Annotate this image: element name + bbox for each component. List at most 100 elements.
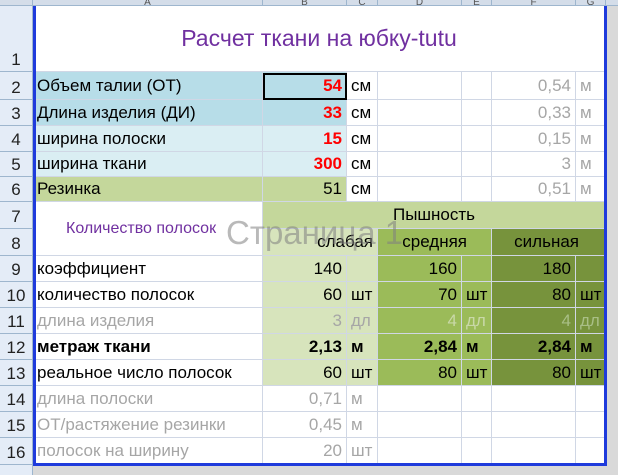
param-unit-waist[interactable]: см: [347, 72, 378, 100]
empty-cell[interactable]: [378, 412, 462, 438]
param-label-elastic[interactable]: Резинка: [33, 177, 263, 202]
param-meters-unit[interactable]: м: [576, 152, 606, 177]
row-header-1[interactable]: 1: [0, 6, 33, 72]
param-label-waist[interactable]: Объем талии (ОТ): [33, 72, 263, 100]
param-meters-unit[interactable]: м: [576, 72, 606, 100]
param-value-waist[interactable]: 54: [263, 72, 347, 100]
unit-cell[interactable]: м: [462, 334, 492, 360]
unit-cell[interactable]: шт: [347, 360, 378, 386]
real-strong[interactable]: 80: [492, 360, 576, 386]
row-header-5[interactable]: 5: [0, 152, 33, 177]
empty-cell[interactable]: [462, 177, 492, 202]
empty-cell[interactable]: [492, 386, 576, 412]
unit-cell[interactable]: м: [347, 386, 378, 412]
row-header-15[interactable]: 15: [0, 412, 33, 438]
unit-cell[interactable]: шт: [576, 282, 606, 308]
unit-cell[interactable]: м: [347, 334, 378, 360]
row-header-7[interactable]: 7: [0, 202, 33, 229]
empty-cell[interactable]: [462, 100, 492, 126]
count-medium[interactable]: 70: [378, 282, 462, 308]
unit-cell[interactable]: шт: [576, 360, 606, 386]
row-header-13[interactable]: 13: [0, 360, 33, 386]
unit-cell[interactable]: м: [576, 334, 606, 360]
empty-cell[interactable]: [576, 386, 606, 412]
param-unit-strip-width[interactable]: см: [347, 126, 378, 152]
unit-cell[interactable]: дл: [576, 308, 606, 334]
empty-cell[interactable]: [462, 72, 492, 100]
param-label-fabric-width[interactable]: ширина ткани: [33, 152, 263, 177]
empty-cell[interactable]: [378, 100, 462, 126]
unit-cell[interactable]: шт: [462, 282, 492, 308]
empty-cell[interactable]: [462, 152, 492, 177]
empty-cell[interactable]: [378, 177, 462, 202]
empty-cell[interactable]: [492, 412, 576, 438]
param-meters-unit[interactable]: м: [576, 100, 606, 126]
len-strong[interactable]: 4: [492, 308, 576, 334]
real-medium[interactable]: 80: [378, 360, 462, 386]
strips-per-width-value[interactable]: 20: [263, 438, 347, 465]
strip-count-header[interactable]: Количество полосок: [33, 202, 263, 256]
unit-cell[interactable]: дл: [462, 308, 492, 334]
param-unit-fabric-width[interactable]: см: [347, 152, 378, 177]
param-meters-fabric-width[interactable]: 3: [492, 152, 576, 177]
param-label-strip-width[interactable]: ширина полоски: [33, 126, 263, 152]
unit-cell[interactable]: м: [347, 412, 378, 438]
row-header-10[interactable]: 10: [0, 282, 33, 308]
param-value-length[interactable]: 33: [263, 100, 347, 126]
row-label-real-strips[interactable]: реальное число полосок: [33, 360, 263, 386]
param-value-strip-width[interactable]: 15: [263, 126, 347, 152]
row-label-strip-length[interactable]: длина полоски: [33, 386, 263, 412]
empty-cell[interactable]: [462, 256, 492, 282]
param-unit-length[interactable]: см: [347, 100, 378, 126]
unit-cell[interactable]: шт: [347, 282, 378, 308]
row-header-4[interactable]: 4: [0, 126, 33, 152]
row-header-17[interactable]: [0, 465, 33, 475]
empty-cell[interactable]: [462, 412, 492, 438]
param-meters-waist[interactable]: 0,54: [492, 72, 576, 100]
param-meters-unit[interactable]: м: [576, 126, 606, 152]
param-meters-length[interactable]: 0,33: [492, 100, 576, 126]
param-label-length[interactable]: Длина изделия (ДИ): [33, 100, 263, 126]
fullness-header[interactable]: Пышность: [263, 202, 606, 229]
empty-cell[interactable]: [378, 72, 462, 100]
unit-cell[interactable]: шт: [347, 438, 378, 465]
empty-cell[interactable]: [378, 386, 462, 412]
spreadsheet[interactable]: А B C D E F G 1 2 3 4 5 6 7 8 9 10 11 12…: [0, 0, 618, 475]
len-light[interactable]: 3: [263, 308, 347, 334]
row-header-3[interactable]: 3: [0, 100, 33, 126]
row-label-coefficient[interactable]: коэффициент: [33, 256, 263, 282]
waist-stretch-value[interactable]: 0,45: [263, 412, 347, 438]
row-label-product-length[interactable]: длина изделия: [33, 308, 263, 334]
coef-strong[interactable]: 180: [492, 256, 576, 282]
coef-medium[interactable]: 160: [378, 256, 462, 282]
meters-strong[interactable]: 2,84: [492, 334, 576, 360]
row-header-8[interactable]: 8: [0, 229, 33, 256]
level-header-medium[interactable]: средняя: [378, 229, 492, 256]
row-header-6[interactable]: 6: [0, 177, 33, 202]
row-header-11[interactable]: 11: [0, 308, 33, 334]
unit-cell[interactable]: дл: [347, 308, 378, 334]
outside-print-area[interactable]: [33, 465, 618, 475]
empty-cell[interactable]: [378, 126, 462, 152]
count-light[interactable]: 60: [263, 282, 347, 308]
param-meters-elastic[interactable]: 0,51: [492, 177, 576, 202]
empty-cell[interactable]: [378, 438, 462, 465]
param-meters-unit[interactable]: м: [576, 177, 606, 202]
empty-cell[interactable]: [462, 386, 492, 412]
empty-cell[interactable]: [576, 438, 606, 465]
row-label-waist-stretch[interactable]: ОТ/растяжение резинки: [33, 412, 263, 438]
empty-cell[interactable]: [492, 438, 576, 465]
real-light[interactable]: 60: [263, 360, 347, 386]
len-medium[interactable]: 4: [378, 308, 462, 334]
row-label-strip-count[interactable]: количество полосок: [33, 282, 263, 308]
empty-cell[interactable]: [576, 256, 606, 282]
param-value-elastic[interactable]: 51: [263, 177, 347, 202]
level-header-light[interactable]: слабая: [263, 229, 378, 256]
sheet-title[interactable]: Расчет ткани на юбку-tutu: [33, 6, 606, 72]
meters-light[interactable]: 2,13: [263, 334, 347, 360]
unit-cell[interactable]: шт: [462, 360, 492, 386]
meters-medium[interactable]: 2,84: [378, 334, 462, 360]
empty-cell[interactable]: [462, 126, 492, 152]
empty-cell[interactable]: [576, 412, 606, 438]
row-label-strips-per-width[interactable]: полосок на ширину: [33, 438, 263, 465]
